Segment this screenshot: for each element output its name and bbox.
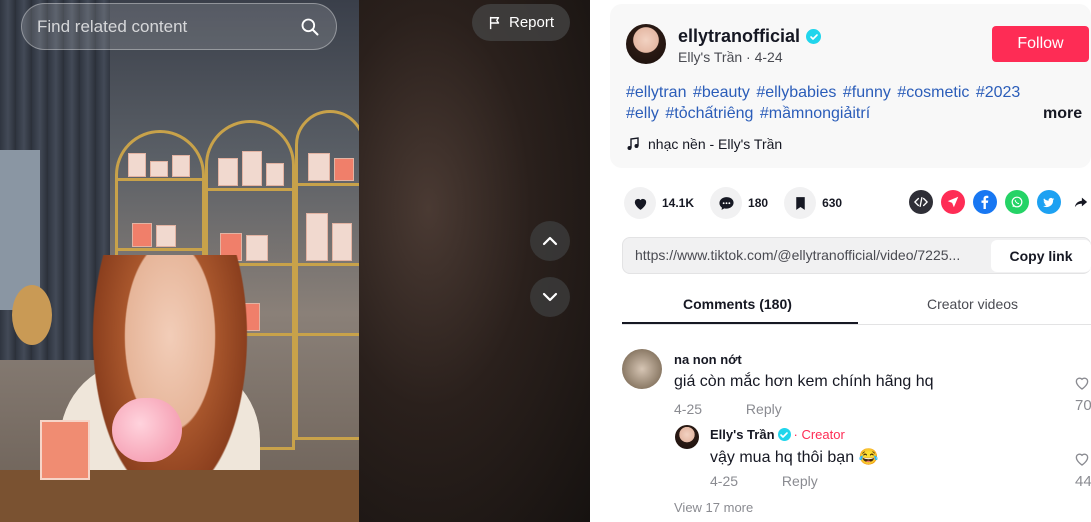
post-date: 4-24	[754, 49, 783, 65]
music-note-icon	[627, 137, 639, 150]
verified-icon	[777, 428, 791, 441]
tab-comments[interactable]: Comments (180)	[683, 296, 792, 312]
product-box	[40, 420, 90, 480]
reply-author-name[interactable]: Elly's Trần	[710, 427, 775, 442]
report-label: Report	[508, 14, 555, 31]
chevron-down-icon	[542, 292, 558, 302]
username-text[interactable]: ellytranofficial	[678, 26, 800, 47]
heart-outline-icon[interactable]	[1073, 450, 1091, 468]
video-player[interactable]: Report	[0, 0, 590, 522]
author-info-card: ellytranofficial Elly's Trần · 4-24 Foll…	[610, 4, 1091, 168]
heart-outline-icon[interactable]	[1073, 374, 1091, 392]
facebook-icon[interactable]	[973, 190, 997, 214]
tab-creator-videos[interactable]: Creator videos	[927, 296, 1018, 312]
report-button[interactable]: Report	[472, 4, 570, 41]
video-link-box: https://www.tiktok.com/@ellytranofficial…	[622, 237, 1091, 274]
reply-button[interactable]: Reply	[782, 473, 818, 489]
heart-icon	[624, 187, 656, 219]
hashtag[interactable]: #2023	[976, 84, 1021, 101]
whatsapp-icon[interactable]	[1005, 190, 1029, 214]
next-video-button[interactable]	[530, 277, 570, 317]
more-button[interactable]: more	[1043, 105, 1082, 123]
avatar[interactable]	[675, 425, 699, 449]
reply-meta: 4-25 Reply	[710, 473, 818, 489]
shelf	[295, 110, 359, 440]
save-count: 630	[822, 196, 843, 210]
twitter-icon[interactable]	[1037, 190, 1061, 214]
chevron-up-icon	[542, 236, 558, 246]
video-background-blur	[359, 0, 590, 522]
display-name: Elly's Trần	[678, 49, 743, 65]
like-count: 14.1K	[662, 196, 695, 210]
heart-sticker	[112, 398, 182, 462]
copy-link-button[interactable]: Copy link	[991, 240, 1091, 272]
reply-like-count: 44	[1075, 473, 1091, 490]
hashtag[interactable]: #funny	[843, 84, 891, 101]
save-button[interactable]: 630	[784, 187, 842, 219]
reply-date: 4-25	[710, 473, 739, 489]
previous-video-button[interactable]	[530, 221, 570, 261]
hashtag[interactable]: #ellytran	[626, 84, 686, 101]
comment-date: 4-25	[674, 401, 703, 417]
reply-button[interactable]: Reply	[746, 401, 782, 417]
hashtag[interactable]: #tỏchấtriêng	[665, 105, 753, 122]
hashtag[interactable]: #elly	[626, 105, 659, 122]
creator-badge: · Creator	[793, 427, 845, 442]
video-info-panel: ellytranofficial Elly's Trần · 4-24 Foll…	[590, 0, 1091, 522]
send-icon[interactable]	[941, 190, 965, 214]
tabs: Comments (180) Creator videos	[622, 286, 1091, 325]
avatar[interactable]	[622, 349, 662, 389]
author-username[interactable]: ellytranofficial	[678, 26, 822, 47]
hashtag[interactable]: #cosmetic	[897, 84, 969, 101]
comment-meta: 4-25 Reply	[674, 401, 782, 417]
tiktok-video-page: Report ellytranofficial Elly's Trần · 4-…	[0, 0, 1091, 522]
view-more-replies[interactable]: View 17 more	[674, 500, 753, 515]
reply-text: vậy mua hq thôi bạn 😂	[710, 449, 879, 466]
search-bar[interactable]	[21, 3, 337, 50]
comment-count: 180	[748, 196, 769, 210]
video-frame[interactable]	[0, 0, 359, 522]
reply-author[interactable]: Elly's Trần · Creator	[710, 427, 845, 442]
search-input[interactable]	[37, 4, 297, 49]
commenter-name[interactable]: na non nớt	[674, 352, 742, 367]
active-tab-indicator	[622, 322, 858, 324]
hashtags: #ellytran #beauty #ellybabies #funny #co…	[626, 82, 1036, 124]
like-button[interactable]: 14.1K	[624, 187, 694, 219]
author-subline: Elly's Trần · 4-24	[678, 49, 783, 65]
action-bar: 14.1K 180 630	[624, 187, 858, 219]
comment-text: giá còn mắc hơn kem chính hãng hq	[674, 373, 934, 390]
flag-icon	[489, 16, 500, 29]
share-arrow-icon[interactable]	[1069, 190, 1091, 214]
hashtag[interactable]: #beauty	[693, 84, 750, 101]
music-title: nhạc nền - Elly's Trần	[648, 136, 783, 152]
comment-icon	[710, 187, 743, 219]
embed-icon[interactable]	[909, 190, 933, 214]
share-icons	[909, 190, 1091, 214]
follow-button[interactable]: Follow	[992, 26, 1089, 62]
search-icon[interactable]	[300, 17, 320, 37]
comment-button[interactable]: 180	[710, 187, 768, 219]
bookmark-icon	[784, 187, 817, 219]
hashtag[interactable]: #mầmnongiảitrí	[760, 105, 870, 122]
music-link[interactable]: nhạc nền - Elly's Trần	[626, 136, 782, 152]
avatar[interactable]	[626, 24, 666, 64]
guitar	[12, 285, 52, 345]
verified-icon	[806, 29, 822, 44]
hashtag[interactable]: #ellybabies	[756, 84, 836, 101]
video-link-text[interactable]: https://www.tiktok.com/@ellytranofficial…	[635, 247, 985, 263]
comment-like-count: 70	[1075, 397, 1091, 414]
